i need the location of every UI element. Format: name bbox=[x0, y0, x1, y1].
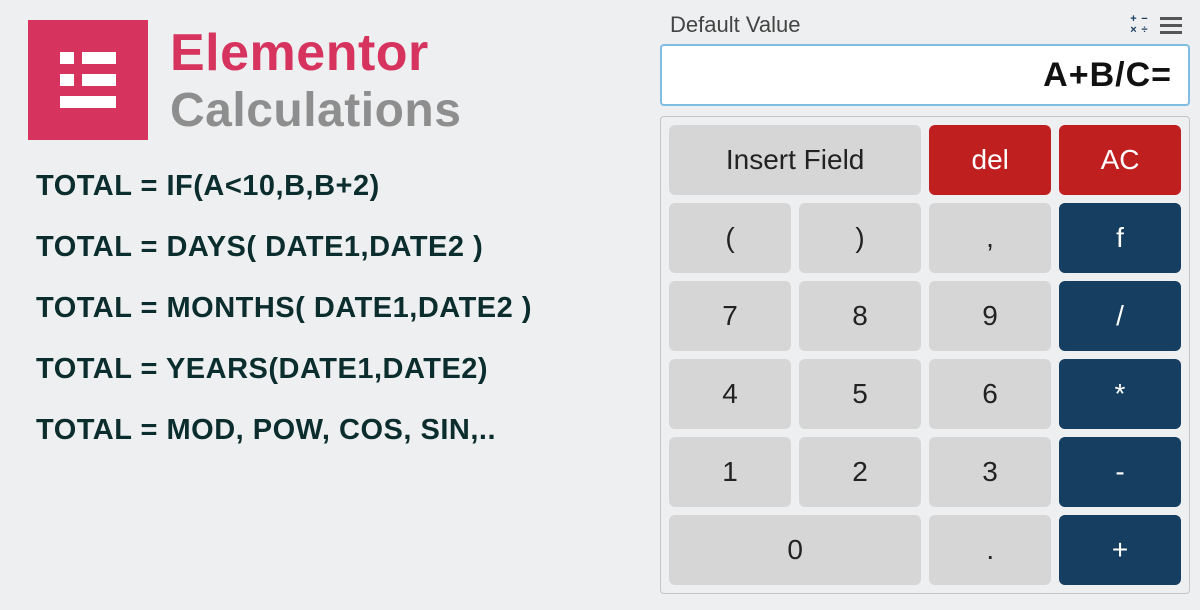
formula-line: TOTAL = IF(A<10,B,B+2) bbox=[36, 170, 640, 203]
formula-line: TOTAL = MONTHS( DATE1,DATE2 ) bbox=[36, 292, 640, 325]
insert-field-button[interactable]: Insert Field bbox=[669, 125, 921, 195]
digit-7-key[interactable]: 7 bbox=[669, 281, 791, 351]
subtract-key[interactable]: - bbox=[1059, 437, 1181, 507]
digit-9-key[interactable]: 9 bbox=[929, 281, 1051, 351]
all-clear-button[interactable]: AC bbox=[1059, 125, 1181, 195]
digit-4-key[interactable]: 4 bbox=[669, 359, 791, 429]
right-paren-key[interactable]: ) bbox=[799, 203, 921, 273]
digit-5-key[interactable]: 5 bbox=[799, 359, 921, 429]
decimal-key[interactable]: . bbox=[929, 515, 1051, 585]
delete-button[interactable]: del bbox=[929, 125, 1051, 195]
menu-icon[interactable] bbox=[1160, 17, 1182, 34]
calculator-pane: Default Value +−×÷ Insert Field del AC (… bbox=[660, 0, 1200, 610]
formula-line: TOTAL = YEARS(DATE1,DATE2) bbox=[36, 353, 640, 386]
brand-block: Elementor Calculations bbox=[28, 20, 640, 140]
digit-3-key[interactable]: 3 bbox=[929, 437, 1051, 507]
add-key[interactable]: + bbox=[1059, 515, 1181, 585]
digit-8-key[interactable]: 8 bbox=[799, 281, 921, 351]
brand-subtitle: Calculations bbox=[170, 83, 461, 138]
brand-title: Elementor bbox=[170, 23, 461, 83]
calculator-keypad: Insert Field del AC ( ) , f 7 8 9 / 4 5 … bbox=[660, 116, 1190, 594]
digit-1-key[interactable]: 1 bbox=[669, 437, 791, 507]
info-pane: Elementor Calculations TOTAL = IF(A<10,B… bbox=[0, 0, 660, 610]
formula-display-input[interactable] bbox=[660, 44, 1190, 106]
digit-6-key[interactable]: 6 bbox=[929, 359, 1051, 429]
digit-0-key[interactable]: 0 bbox=[669, 515, 921, 585]
comma-key[interactable]: , bbox=[929, 203, 1051, 273]
function-key[interactable]: f bbox=[1059, 203, 1181, 273]
divide-key[interactable]: / bbox=[1059, 281, 1181, 351]
operators-icon[interactable]: +−×÷ bbox=[1128, 14, 1150, 36]
left-paren-key[interactable]: ( bbox=[669, 203, 791, 273]
formula-line: TOTAL = DAYS( DATE1,DATE2 ) bbox=[36, 231, 640, 264]
formula-examples-list: TOTAL = IF(A<10,B,B+2) TOTAL = DAYS( DAT… bbox=[28, 170, 640, 447]
elementor-logo-icon bbox=[28, 20, 148, 140]
multiply-key[interactable]: * bbox=[1059, 359, 1181, 429]
display-label: Default Value bbox=[670, 12, 800, 38]
formula-line: TOTAL = MOD, POW, COS, SIN,.. bbox=[36, 414, 640, 447]
digit-2-key[interactable]: 2 bbox=[799, 437, 921, 507]
